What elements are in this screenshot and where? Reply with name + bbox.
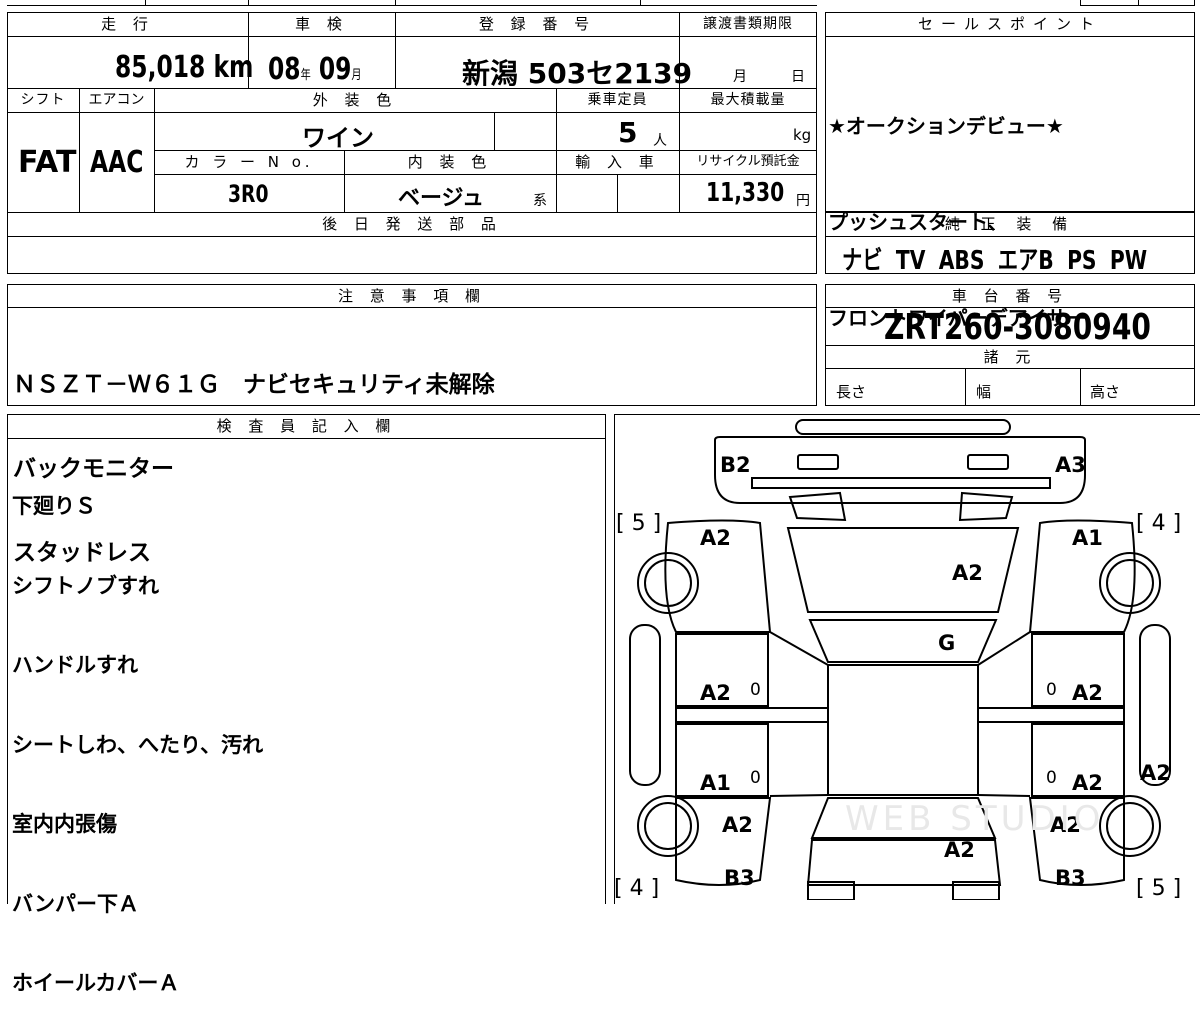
left-lamp [797, 454, 839, 470]
grille [751, 477, 1051, 489]
right-lamp [967, 454, 1009, 470]
label-b3-left: B3 [724, 866, 755, 890]
bracket-bottom-right: [ 5 ] [1136, 876, 1181, 900]
right-pillar-front [977, 631, 1031, 666]
front-body [714, 436, 1086, 504]
left-headlamp [788, 491, 847, 522]
left-rear-fender [675, 797, 772, 886]
label-left-front-door: A2 [700, 681, 731, 705]
label-right-front-door: A2 [1072, 681, 1103, 705]
bracket-top-left: [ 5 ] [616, 511, 661, 536]
label-left-rear-fender: A2 [722, 813, 753, 837]
bracket-top-right: [ 4 ] [1136, 511, 1181, 536]
right-rocker [977, 707, 1125, 723]
label-right-rear-door: A2 [1072, 771, 1103, 795]
front-bumper [795, 419, 1011, 435]
label-b3-right: B3 [1055, 866, 1086, 890]
left-pillar-rear [769, 794, 829, 797]
bracket-bottom-left: [ 4 ] [614, 876, 659, 900]
car-diagram: B2 A3 [ 5 ] [ 4 ] [ 4 ] [ 5 ] A2 A1 A2 G… [614, 419, 1181, 900]
label-right-quarter: A2 [1140, 761, 1171, 785]
label-a3: A3 [1055, 453, 1086, 477]
right-headlamp [958, 491, 1014, 522]
wheel-rear-left-inner [644, 802, 692, 850]
zero-mark: 0 [750, 768, 761, 788]
zero-mark: 0 [1046, 680, 1057, 700]
wheel-rear-right [1099, 795, 1161, 857]
roof [827, 664, 979, 796]
windshield [808, 619, 998, 663]
left-sill [629, 624, 661, 786]
left-pillar-front [769, 631, 829, 666]
wheel-front-right-inner [1106, 559, 1154, 607]
zero-mark: 0 [1046, 768, 1057, 788]
right-pillar-rear [977, 794, 1031, 797]
inspector-note-line: ホイールカバーＡ [12, 971, 180, 995]
label-windshield: G [938, 631, 955, 655]
wheel-rear-left [637, 795, 699, 857]
left-rocker [675, 707, 829, 723]
wheel-front-right [1099, 552, 1161, 614]
label-hood: A2 [952, 561, 983, 585]
label-left-front-fender: A2 [700, 526, 731, 550]
zero-mark: 0 [750, 680, 761, 700]
watermark: WEB STUDIO [845, 799, 1104, 839]
wheel-rear-right-inner [1106, 802, 1154, 850]
label-right-front-fender: A1 [1072, 526, 1103, 550]
label-left-rear-door: A1 [700, 771, 731, 795]
label-trunk: A2 [944, 838, 975, 862]
hood [786, 527, 1020, 613]
label-b2: B2 [720, 453, 751, 477]
